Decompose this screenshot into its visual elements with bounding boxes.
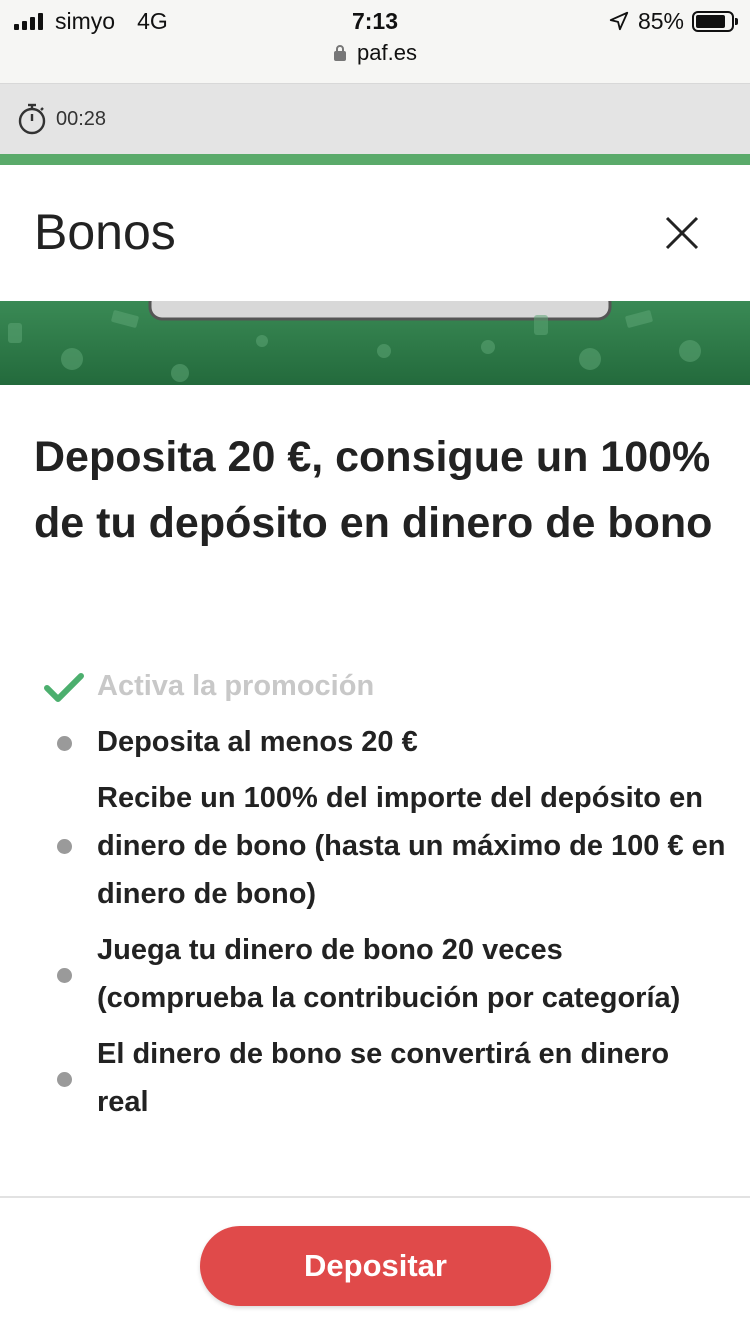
step-deposit-minimum: Deposita al menos 20 € [0,718,750,766]
url-text: paf.es [357,40,417,65]
step-label: Juega tu dinero de bono 20 veces (compru… [97,934,681,1014]
address-bar[interactable]: paf.es [0,40,750,66]
battery-icon [692,10,738,32]
accent-divider [0,154,750,165]
status-right: 85% [608,6,738,36]
offer-headline: Deposita 20 €, consigue un 100% de tu de… [34,433,713,547]
battery-level [696,14,725,28]
step-label: Deposita al menos 20 € [97,726,418,758]
location-arrow-icon [609,11,629,31]
timer-value: 00:28 [56,107,107,130]
step-label: Recibe un 100% del importe del depósito … [97,782,726,910]
bullet-icon [57,736,72,751]
session-timer-bar: 00:28 [0,84,750,154]
step-convert-real: El dinero de bono se convertirá en diner… [0,1030,750,1126]
stopwatch-icon [18,103,46,135]
banner-artwork [0,301,750,385]
close-icon [665,216,699,250]
deposit-button[interactable]: Depositar [200,1226,551,1306]
step-label: El dinero de bono se convertirá en diner… [97,1038,670,1118]
battery-percent: 85% [637,7,684,34]
bullet-icon [57,1072,72,1087]
modal-header: Bonos [0,165,750,301]
page-title: Bonos [34,204,176,260]
promo-banner-image [0,301,750,385]
bullet-icon [57,968,72,983]
step-receive-bonus: Recibe un 100% del importe del depósito … [0,774,750,918]
step-wager-bonus: Juega tu dinero de bono 20 veces (compru… [0,926,750,1022]
close-button[interactable] [652,203,712,263]
step-label: Activa la promoción [97,670,375,702]
step-activate-promotion: Activa la promoción [0,660,750,716]
lock-icon [334,45,347,61]
check-icon [44,673,84,702]
footer-divider [0,1196,750,1198]
ios-status-bar: simyo 4G 7:13 85% paf.es [0,0,750,84]
bullet-icon [57,839,72,854]
